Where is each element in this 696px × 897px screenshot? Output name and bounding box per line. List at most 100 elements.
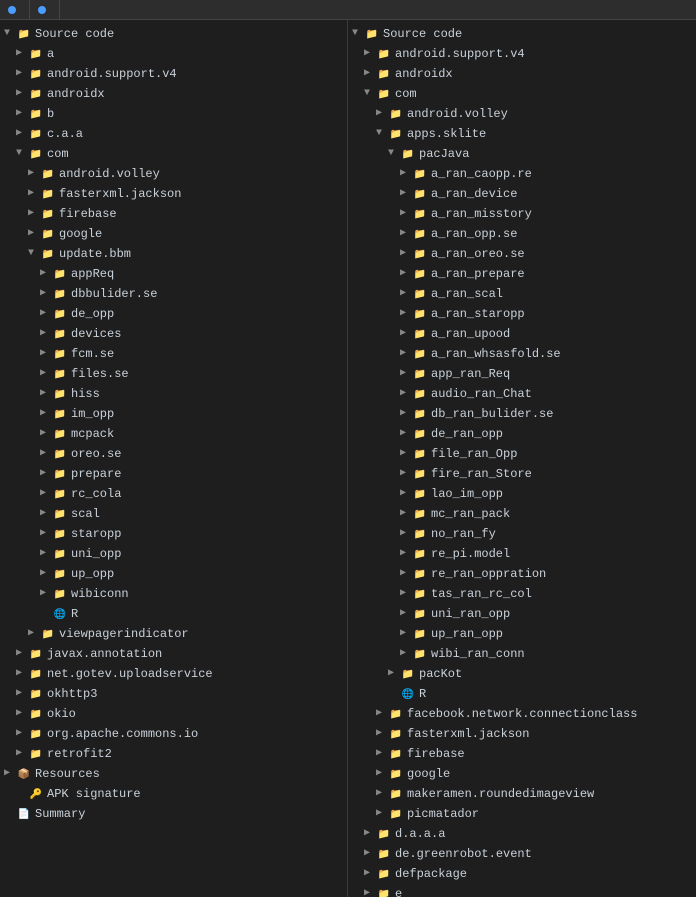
- tree-item[interactable]: 🔑APK signature: [0, 784, 347, 804]
- tree-item[interactable]: 📁re_pi.model: [348, 544, 696, 564]
- tree-item[interactable]: 📄Summary: [0, 804, 347, 824]
- tree-item[interactable]: 📁apps.sklite: [348, 124, 696, 144]
- tree-item[interactable]: 📁e: [348, 884, 696, 897]
- tree-item[interactable]: 📁oreo.se: [0, 444, 347, 464]
- tree-item[interactable]: 📁javax.annotation: [0, 644, 347, 664]
- tree-item[interactable]: 📁Source code: [348, 24, 696, 44]
- tree-item[interactable]: 📁d.a.a.a: [348, 824, 696, 844]
- tree-item[interactable]: 📁a_ran_opp.se: [348, 224, 696, 244]
- tree-item[interactable]: 📁fasterxml.jackson: [0, 184, 347, 204]
- tree-item[interactable]: 📁wibi_ran_conn: [348, 644, 696, 664]
- left-title-tab[interactable]: [0, 0, 30, 19]
- tree-item[interactable]: 📁pacKot: [348, 664, 696, 684]
- tree-item[interactable]: 📁dbbulider.se: [0, 284, 347, 304]
- tree-item-label: update.bbm: [59, 245, 131, 263]
- tree-item[interactable]: 📁a_ran_caopp.re: [348, 164, 696, 184]
- tree-item[interactable]: 📁prepare: [0, 464, 347, 484]
- tree-item[interactable]: 📁picmatador: [348, 804, 696, 824]
- tree-item[interactable]: 📁de.greenrobot.event: [348, 844, 696, 864]
- tree-item[interactable]: 📁lao_im_opp: [348, 484, 696, 504]
- tree-item[interactable]: 📁mcpack: [0, 424, 347, 444]
- arrow-down: [388, 145, 400, 163]
- tree-item[interactable]: 📁makeramen.roundedimageview: [348, 784, 696, 804]
- tree-item[interactable]: 📁Source code: [0, 24, 347, 44]
- tree-item[interactable]: 📁defpackage: [348, 864, 696, 884]
- tree-item[interactable]: 📁tas_ran_rc_col: [348, 584, 696, 604]
- tree-item[interactable]: 📁a_ran_misstory: [348, 204, 696, 224]
- tree-item[interactable]: 📁com: [348, 84, 696, 104]
- right-title-tab[interactable]: [30, 0, 60, 19]
- tree-item[interactable]: 📁re_ran_oppration: [348, 564, 696, 584]
- tree-item[interactable]: 📁androidx: [0, 84, 347, 104]
- tree-item[interactable]: 📁app_ran_Req: [348, 364, 696, 384]
- tree-item[interactable]: 📁c.a.a: [0, 124, 347, 144]
- tree-item[interactable]: 📁rc_cola: [0, 484, 347, 504]
- tree-item[interactable]: 📁fasterxml.jackson: [348, 724, 696, 744]
- tree-item[interactable]: 📁org.apache.commons.io: [0, 724, 347, 744]
- left-pane[interactable]: 📁Source code📁a📁android.support.v4📁androi…: [0, 20, 348, 897]
- tree-item[interactable]: 📁android.support.v4: [0, 64, 347, 84]
- tree-item[interactable]: 📁file_ran_Opp: [348, 444, 696, 464]
- tree-item[interactable]: 📁hiss: [0, 384, 347, 404]
- tree-item[interactable]: 📁okio: [0, 704, 347, 724]
- tree-item-label: wibiconn: [71, 585, 129, 603]
- tree-item[interactable]: 📁mc_ran_pack: [348, 504, 696, 524]
- tree-item[interactable]: 📁de_opp: [0, 304, 347, 324]
- tree-item[interactable]: 📁androidx: [348, 64, 696, 84]
- tree-item[interactable]: 📁db_ran_bulider.se: [348, 404, 696, 424]
- tree-item[interactable]: 📁b: [0, 104, 347, 124]
- tree-item[interactable]: 📁android.volley: [0, 164, 347, 184]
- tree-item[interactable]: 📁viewpagerindicator: [0, 624, 347, 644]
- tree-item[interactable]: 📁google: [0, 224, 347, 244]
- tree-item[interactable]: 📁a_ran_upood: [348, 324, 696, 344]
- tree-item[interactable]: 📁a_ran_oreo.se: [348, 244, 696, 264]
- tree-item[interactable]: 📁com: [0, 144, 347, 164]
- tree-item[interactable]: 📁a_ran_whsasfold.se: [348, 344, 696, 364]
- tree-item[interactable]: 📁wibiconn: [0, 584, 347, 604]
- folder-icon: 📁: [52, 267, 68, 281]
- tree-item[interactable]: 🌐R: [348, 684, 696, 704]
- tree-item[interactable]: 📁up_ran_opp: [348, 624, 696, 644]
- tree-item[interactable]: 📁a_ran_prepare: [348, 264, 696, 284]
- tree-item[interactable]: 📁a_ran_device: [348, 184, 696, 204]
- arrow-right: [364, 825, 376, 843]
- tree-item[interactable]: 📁fire_ran_Store: [348, 464, 696, 484]
- tree-item[interactable]: 📁a: [0, 44, 347, 64]
- tree-item[interactable]: 📁appReq: [0, 264, 347, 284]
- tree-item[interactable]: 📦Resources: [0, 764, 347, 784]
- tree-item[interactable]: 📁no_ran_fy: [348, 524, 696, 544]
- tree-item[interactable]: 📁a_ran_scal: [348, 284, 696, 304]
- tree-item[interactable]: 📁net.gotev.uploadservice: [0, 664, 347, 684]
- tree-item[interactable]: 📁audio_ran_Chat: [348, 384, 696, 404]
- tree-item[interactable]: 📁de_ran_opp: [348, 424, 696, 444]
- tree-item[interactable]: 📁update.bbm: [0, 244, 347, 264]
- arrow-right: [28, 225, 40, 243]
- tree-item[interactable]: 📁facebook.network.connectionclass: [348, 704, 696, 724]
- tree-item[interactable]: 📁fcm.se: [0, 344, 347, 364]
- tree-item[interactable]: 📁firebase: [0, 204, 347, 224]
- tree-item[interactable]: 📁google: [348, 764, 696, 784]
- tree-item[interactable]: 📁files.se: [0, 364, 347, 384]
- folder-icon: 📁: [412, 247, 428, 261]
- tree-item[interactable]: 📁devices: [0, 324, 347, 344]
- right-pane[interactable]: 📁Source code📁android.support.v4📁androidx…: [348, 20, 696, 897]
- tree-item[interactable]: 📁uni_opp: [0, 544, 347, 564]
- folder-icon: 📁: [376, 827, 392, 841]
- tree-item[interactable]: 📁uni_ran_opp: [348, 604, 696, 624]
- arrow-right: [16, 85, 28, 103]
- tree-item[interactable]: 📁up_opp: [0, 564, 347, 584]
- tree-item[interactable]: 📁android.volley: [348, 104, 696, 124]
- tree-item[interactable]: 📁android.support.v4: [348, 44, 696, 64]
- tree-item[interactable]: 📁retrofit2: [0, 744, 347, 764]
- tree-item[interactable]: 🌐R: [0, 604, 347, 624]
- tree-item[interactable]: 📁a_ran_staropp: [348, 304, 696, 324]
- tree-item[interactable]: 📁scal: [0, 504, 347, 524]
- tree-item-label: a_ran_staropp: [431, 305, 525, 323]
- folder-icon: 📁: [52, 527, 68, 541]
- tree-item[interactable]: 📁firebase: [348, 744, 696, 764]
- tree-item[interactable]: 📁im_opp: [0, 404, 347, 424]
- tree-item[interactable]: 📁pacJava: [348, 144, 696, 164]
- tree-item-label: com: [47, 145, 69, 163]
- tree-item[interactable]: 📁okhttp3: [0, 684, 347, 704]
- tree-item[interactable]: 📁staropp: [0, 524, 347, 544]
